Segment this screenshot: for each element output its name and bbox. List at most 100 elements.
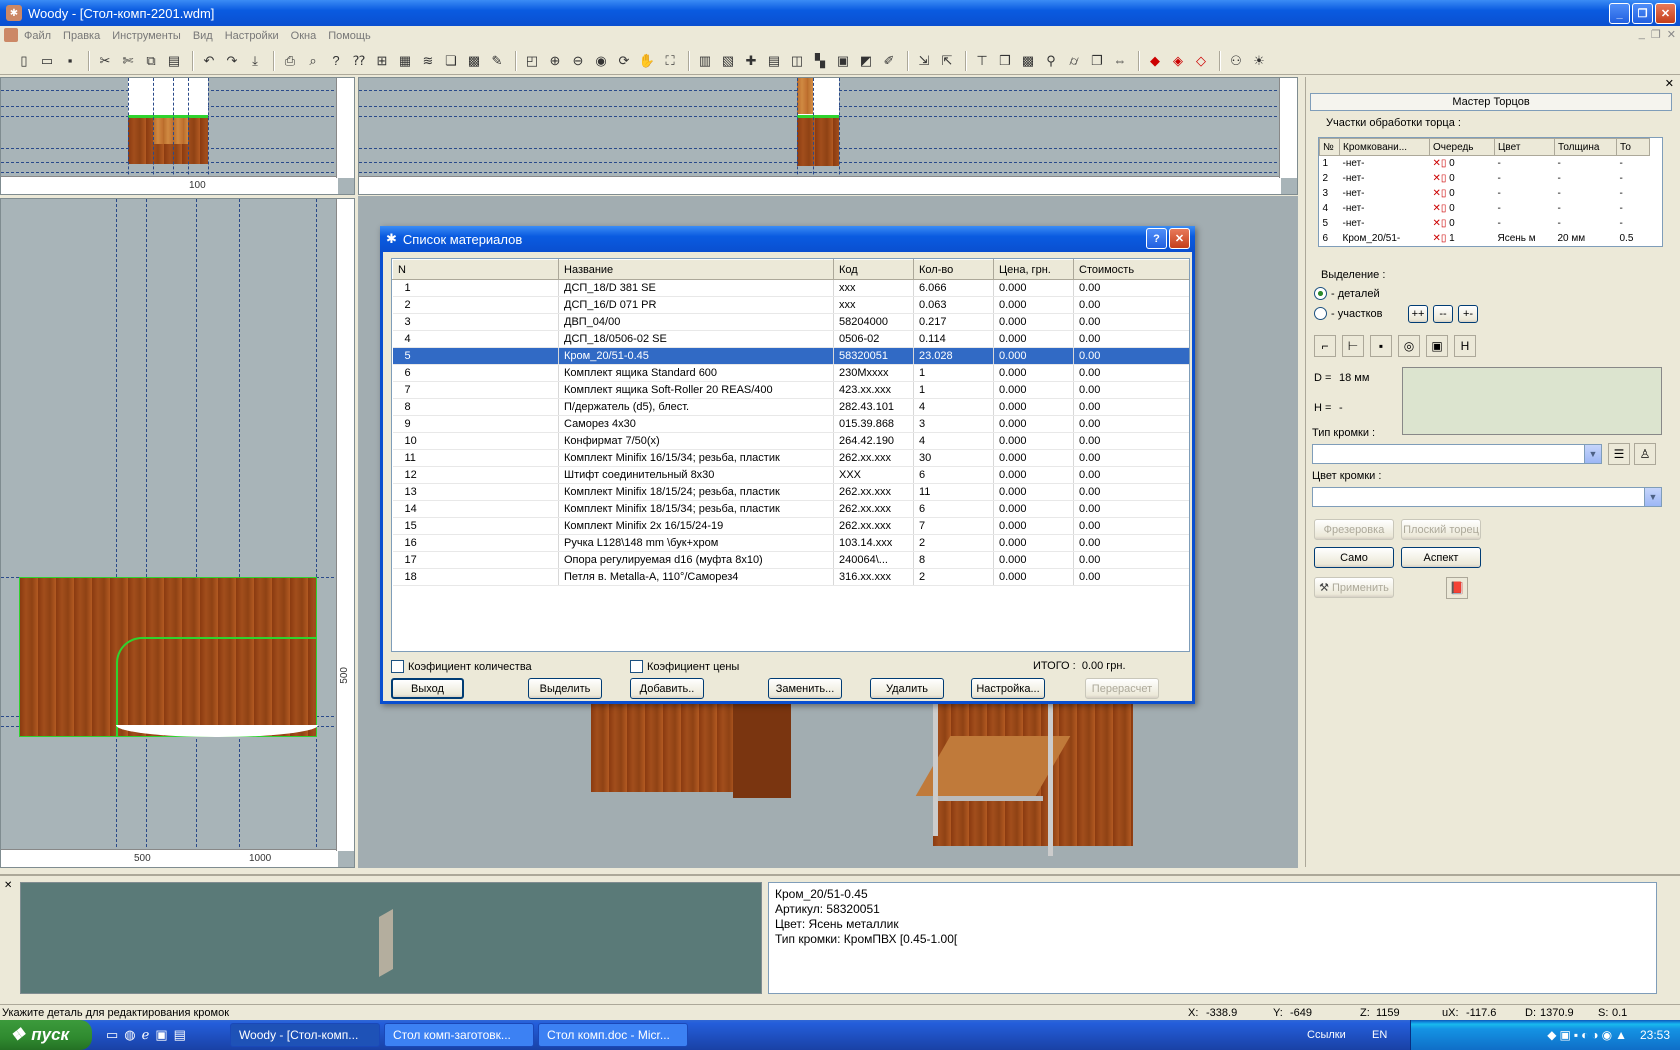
tiles-icon[interactable]: ▚ bbox=[810, 51, 830, 71]
help-icon[interactable]: ? bbox=[326, 51, 346, 71]
materials-grid[interactable]: N Название Код Кол-во Цена, грн. Стоимость 1Д… bbox=[391, 258, 1190, 652]
hand-icon[interactable]: ✋ bbox=[637, 51, 657, 71]
show-desktop-icon[interactable]: ▭ bbox=[106, 1027, 118, 1043]
zoom-out-icon[interactable]: ⊖ bbox=[568, 51, 588, 71]
mdi-close-icon[interactable]: ✕ bbox=[1667, 28, 1676, 41]
table-row[interactable]: 17 Опора регулируемая d16 (муфта 8x10) 240… bbox=[392, 551, 1189, 569]
col-header[interactable]: Код bbox=[833, 259, 914, 280]
open-icon[interactable]: ▭ bbox=[37, 51, 57, 71]
fit-icon[interactable]: ⛶ bbox=[660, 51, 680, 71]
add-button[interactable]: Добавить.. bbox=[630, 678, 704, 699]
task-word[interactable]: Стол комп.doc - Micr... bbox=[537, 1023, 688, 1047]
edge-person-icon[interactable]: ♙ bbox=[1634, 443, 1656, 465]
table-row[interactable]: 2 -нет- ✕▯ 0--- bbox=[1320, 171, 1650, 186]
browser-icon[interactable]: ◍ bbox=[124, 1027, 135, 1043]
import-icon[interactable]: ⇲ bbox=[914, 51, 934, 71]
stack-icon[interactable]: ❏ bbox=[441, 51, 461, 71]
col-header[interactable]: Очередь bbox=[1429, 138, 1495, 156]
col-header[interactable]: № bbox=[1319, 138, 1340, 156]
pencil-icon[interactable]: ✐ bbox=[879, 51, 899, 71]
print-icon[interactable]: ⎙ bbox=[280, 51, 300, 71]
doc-icon[interactable]: ▦ bbox=[395, 51, 415, 71]
table-row[interactable]: 16 Ручка L128\148 mm \бук+хром 103.14.xxx 2… bbox=[392, 534, 1189, 552]
aspect-button[interactable]: Аспект bbox=[1401, 547, 1481, 568]
language-indicator[interactable]: EN bbox=[1372, 1029, 1387, 1041]
col-header[interactable]: Кол-во bbox=[913, 259, 994, 280]
ie-icon[interactable]: ℯ bbox=[142, 1027, 150, 1043]
links-toolbar[interactable]: Ссылки bbox=[1307, 1029, 1346, 1041]
step-icon[interactable]: ⤓ bbox=[245, 51, 265, 71]
table-row[interactable]: 5 -нет- ✕▯ 0--- bbox=[1320, 216, 1650, 231]
settings-button[interactable]: Настройка... bbox=[971, 678, 1045, 699]
table-row[interactable]: 3 -нет- ✕▯ 0--- bbox=[1320, 186, 1650, 201]
edge-h-icon[interactable]: H bbox=[1454, 335, 1476, 357]
col-header[interactable]: Стоимость bbox=[1073, 259, 1189, 280]
filter-icon[interactable]: ⊤ bbox=[972, 51, 992, 71]
window-icon[interactable]: ❐ bbox=[1087, 51, 1107, 71]
sel-add-button[interactable]: ++ bbox=[1408, 305, 1428, 323]
table-row[interactable]: 7 Комплект ящика Soft-Roller 20 REAS/400 4… bbox=[392, 381, 1189, 399]
material-icon[interactable]: ▩ bbox=[1018, 51, 1038, 71]
menu-tools[interactable]: Инструменты bbox=[112, 30, 181, 42]
table-row[interactable]: 2 ДСП_16/D 071 PR xxx 0.063 0.000 0.00 bbox=[392, 296, 1189, 314]
cross-icon[interactable]: ✚ bbox=[741, 51, 761, 71]
panel-icon[interactable]: ▥ bbox=[695, 51, 715, 71]
media-icon[interactable]: ▤ bbox=[174, 1027, 186, 1043]
table-row[interactable]: 6 Комплект ящика Standard 600 230Mxxxx 1 0.0… bbox=[392, 364, 1189, 382]
col-header[interactable]: То bbox=[1616, 138, 1650, 156]
panel2-icon[interactable]: ▧ bbox=[718, 51, 738, 71]
red-cube2-icon[interactable]: ◈ bbox=[1168, 51, 1188, 71]
col-header[interactable]: Название bbox=[558, 259, 834, 280]
menu-help[interactable]: Помощь bbox=[328, 30, 371, 42]
whatis-icon[interactable]: ⁇ bbox=[349, 51, 369, 71]
explorer-icon[interactable]: ▣ bbox=[155, 1027, 167, 1043]
edge-list-icon[interactable]: ☰ bbox=[1608, 443, 1630, 465]
edge-type-select[interactable]: ▼ bbox=[1312, 444, 1602, 464]
box-icon[interactable]: ◫ bbox=[787, 51, 807, 71]
top-left-view[interactable]: 100 bbox=[0, 77, 355, 195]
bottom-close-icon[interactable]: ✕ bbox=[4, 880, 12, 891]
select-icon[interactable]: ◰ bbox=[522, 51, 542, 71]
table-row[interactable]: 14 Комплект Minifix 18/15/34; резьба, пла… bbox=[392, 500, 1189, 518]
replace-button[interactable]: Заменить... bbox=[768, 678, 842, 699]
zoom-icon[interactable]: ⊕ bbox=[545, 51, 565, 71]
rotate-icon[interactable]: ⟳ bbox=[614, 51, 634, 71]
table-row[interactable]: 8 П/держатель (d5), блест. 282.43.101 4 0.00… bbox=[392, 398, 1189, 416]
radio-sections[interactable]: - участков bbox=[1314, 307, 1383, 320]
col-header[interactable]: Кромковани... bbox=[1339, 138, 1430, 156]
table-row[interactable]: 3 ДВП_04/00 58204000 0.217 0.000 0.00 bbox=[392, 313, 1189, 331]
task-blanks[interactable]: Стол комп-заготовк... bbox=[383, 1023, 534, 1047]
col-header[interactable]: Цена, грн. bbox=[993, 259, 1074, 280]
top-right-view[interactable] bbox=[358, 77, 1298, 195]
sel-remove-button[interactable]: -- bbox=[1433, 305, 1453, 323]
table-row[interactable]: 4 ДСП_18/0506-02 SE 0506-02 0.114 0.000 0.00 bbox=[392, 330, 1189, 348]
table-row[interactable]: 4 -нет- ✕▯ 0--- bbox=[1320, 201, 1650, 216]
panel-close-icon[interactable]: ✕ bbox=[1665, 77, 1674, 90]
table-row[interactable]: 12 Штифт соединительный 8x30 XXX 6 0.000 0.00 bbox=[392, 466, 1189, 484]
maximize-button[interactable]: ❐ bbox=[1632, 3, 1653, 24]
red-cube-icon[interactable]: ◆ bbox=[1145, 51, 1165, 71]
wand-icon[interactable]: ✎ bbox=[487, 51, 507, 71]
table-row[interactable]: 11 Комплект Minifix 16/15/34; резьба, пла… bbox=[392, 449, 1189, 467]
edge-tool2-icon[interactable]: ⊢ bbox=[1342, 335, 1364, 357]
radio-parts[interactable]: - деталей bbox=[1314, 287, 1380, 300]
menu-settings[interactable]: Настройки bbox=[225, 30, 279, 42]
new-icon[interactable]: ▯ bbox=[14, 51, 34, 71]
col-header[interactable]: Цвет bbox=[1494, 138, 1555, 156]
tray-icons[interactable]: ◆▣▪◐◑◉▲ bbox=[1547, 1028, 1630, 1042]
pin-icon[interactable]: ⚲ bbox=[1041, 51, 1061, 71]
start-button[interactable]: ❖ пуск bbox=[0, 1020, 92, 1050]
sun-icon[interactable]: ☀ bbox=[1249, 51, 1269, 71]
edge-color-select[interactable]: ▼ bbox=[1312, 487, 1662, 507]
arrows-icon[interactable]: ⇔ bbox=[1110, 51, 1130, 71]
export-icon[interactable]: ⇱ bbox=[937, 51, 957, 71]
exit-button[interactable]: Выход bbox=[391, 678, 464, 699]
paste-icon[interactable]: ▤ bbox=[164, 51, 184, 71]
layers-icon[interactable]: ≋ bbox=[418, 51, 438, 71]
redo-icon[interactable]: ↷ bbox=[222, 51, 242, 71]
undo-icon[interactable]: ↶ bbox=[199, 51, 219, 71]
price-coef-checkbox[interactable]: Коэфициент цены bbox=[630, 660, 739, 673]
preview-icon[interactable]: ⌕ bbox=[303, 51, 323, 71]
cube-icon[interactable]: ◩ bbox=[856, 51, 876, 71]
cut-icon[interactable]: ✂ bbox=[95, 51, 115, 71]
